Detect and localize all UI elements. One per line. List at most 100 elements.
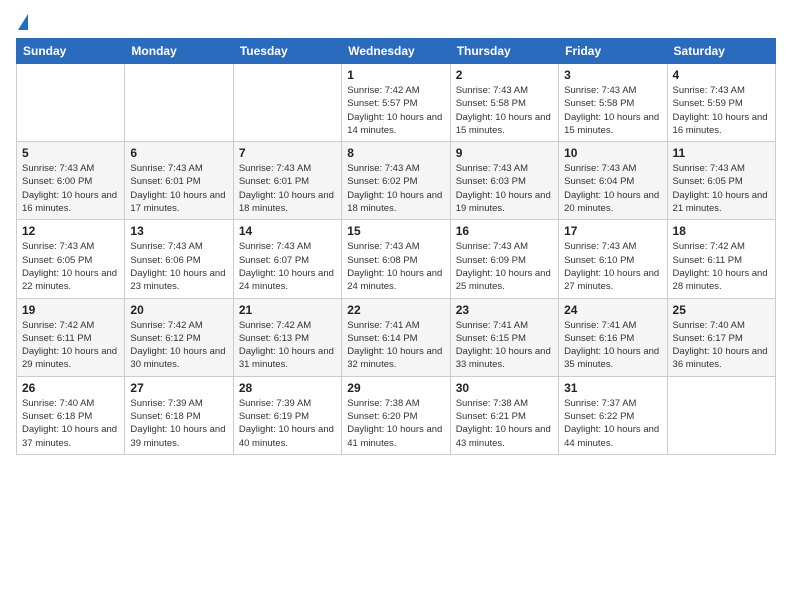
day-info: Sunrise: 7:39 AMSunset: 6:19 PMDaylight:… — [239, 397, 336, 450]
day-info: Sunrise: 7:41 AMSunset: 6:15 PMDaylight:… — [456, 319, 553, 372]
day-number: 13 — [130, 224, 227, 238]
day-number: 30 — [456, 381, 553, 395]
calendar-cell: 7 Sunrise: 7:43 AMSunset: 6:01 PMDaylight… — [233, 142, 341, 220]
calendar-week-row: 26 Sunrise: 7:40 AMSunset: 6:18 PMDayligh… — [17, 376, 776, 454]
day-number: 22 — [347, 303, 444, 317]
calendar-cell: 17 Sunrise: 7:43 AMSunset: 6:10 PMDayligh… — [559, 220, 667, 298]
day-number: 6 — [130, 146, 227, 160]
day-number: 25 — [673, 303, 770, 317]
calendar-cell: 15Sunrise: 7:43 AMSunset: 6:08 PMDayligh… — [342, 220, 450, 298]
day-info: Sunrise: 7:42 AMSunset: 6:11 PMDaylight:… — [22, 319, 119, 372]
day-number: 14 — [239, 224, 336, 238]
day-number: 16 — [456, 224, 553, 238]
day-number: 4 — [673, 68, 770, 82]
day-info: Sunrise: 7:43 AMSunset: 6:00 PMDaylight:… — [22, 162, 119, 215]
calendar-cell: 31 Sunrise: 7:37 AMSunset: 6:22 PMDayligh… — [559, 376, 667, 454]
calendar-table: SundayMondayTuesdayWednesdayThursdayFrid… — [16, 38, 776, 455]
day-number: 21 — [239, 303, 336, 317]
day-number: 17 — [564, 224, 661, 238]
calendar-cell: 11Sunrise: 7:43 AMSunset: 6:05 PMDayligh… — [667, 142, 775, 220]
header — [16, 12, 776, 30]
day-number: 29 — [347, 381, 444, 395]
calendar-cell — [125, 64, 233, 142]
weekday-header-friday: Friday — [559, 39, 667, 64]
calendar-cell: 4 Sunrise: 7:43 AMSunset: 5:59 PMDaylight… — [667, 64, 775, 142]
page: SundayMondayTuesdayWednesdayThursdayFrid… — [0, 0, 792, 612]
day-info: Sunrise: 7:37 AMSunset: 6:22 PMDaylight:… — [564, 397, 661, 450]
calendar-cell: 19Sunrise: 7:42 AMSunset: 6:11 PMDayligh… — [17, 298, 125, 376]
weekday-header-saturday: Saturday — [667, 39, 775, 64]
calendar-cell: 28 Sunrise: 7:39 AMSunset: 6:19 PMDayligh… — [233, 376, 341, 454]
day-info: Sunrise: 7:43 AMSunset: 6:09 PMDaylight:… — [456, 240, 553, 293]
weekday-header-monday: Monday — [125, 39, 233, 64]
day-number: 28 — [239, 381, 336, 395]
day-info: Sunrise: 7:43 AMSunset: 6:05 PMDaylight:… — [22, 240, 119, 293]
day-info: Sunrise: 7:43 AMSunset: 6:01 PMDaylight:… — [239, 162, 336, 215]
calendar-cell: 21Sunrise: 7:42 AMSunset: 6:13 PMDayligh… — [233, 298, 341, 376]
calendar-week-row: 5 Sunrise: 7:43 AMSunset: 6:00 PMDaylight… — [17, 142, 776, 220]
calendar-cell — [667, 376, 775, 454]
calendar-cell: 23 Sunrise: 7:41 AMSunset: 6:15 PMDayligh… — [450, 298, 558, 376]
weekday-header-tuesday: Tuesday — [233, 39, 341, 64]
day-info: Sunrise: 7:38 AMSunset: 6:21 PMDaylight:… — [456, 397, 553, 450]
calendar-cell: 10Sunrise: 7:43 AMSunset: 6:04 PMDayligh… — [559, 142, 667, 220]
weekday-header-sunday: Sunday — [17, 39, 125, 64]
calendar-cell: 20Sunrise: 7:42 AMSunset: 6:12 PMDayligh… — [125, 298, 233, 376]
day-info: Sunrise: 7:43 AMSunset: 6:10 PMDaylight:… — [564, 240, 661, 293]
day-info: Sunrise: 7:43 AMSunset: 5:58 PMDaylight:… — [456, 84, 553, 137]
calendar-week-row: 1 Sunrise: 7:42 AMSunset: 5:57 PMDaylight… — [17, 64, 776, 142]
day-info: Sunrise: 7:39 AMSunset: 6:18 PMDaylight:… — [130, 397, 227, 450]
logo-triangle-icon — [18, 14, 28, 30]
calendar-cell: 5 Sunrise: 7:43 AMSunset: 6:00 PMDaylight… — [17, 142, 125, 220]
weekday-header-thursday: Thursday — [450, 39, 558, 64]
day-info: Sunrise: 7:43 AMSunset: 6:02 PMDaylight:… — [347, 162, 444, 215]
day-number: 5 — [22, 146, 119, 160]
calendar-cell: 24 Sunrise: 7:41 AMSunset: 6:16 PMDayligh… — [559, 298, 667, 376]
day-number: 31 — [564, 381, 661, 395]
day-number: 12 — [22, 224, 119, 238]
calendar-cell: 30 Sunrise: 7:38 AMSunset: 6:21 PMDayligh… — [450, 376, 558, 454]
calendar-cell: 6 Sunrise: 7:43 AMSunset: 6:01 PMDaylight… — [125, 142, 233, 220]
calendar-cell — [17, 64, 125, 142]
day-number: 7 — [239, 146, 336, 160]
day-number: 18 — [673, 224, 770, 238]
calendar-cell: 3 Sunrise: 7:43 AMSunset: 5:58 PMDaylight… — [559, 64, 667, 142]
logo — [16, 12, 28, 30]
calendar-cell: 14 Sunrise: 7:43 AMSunset: 6:07 PMDayligh… — [233, 220, 341, 298]
calendar-cell: 13 Sunrise: 7:43 AMSunset: 6:06 PMDayligh… — [125, 220, 233, 298]
day-info: Sunrise: 7:43 AMSunset: 6:08 PMDaylight:… — [347, 240, 444, 293]
day-info: Sunrise: 7:42 AMSunset: 5:57 PMDaylight:… — [347, 84, 444, 137]
day-info: Sunrise: 7:43 AMSunset: 6:01 PMDaylight:… — [130, 162, 227, 215]
calendar-cell — [233, 64, 341, 142]
calendar-cell: 16 Sunrise: 7:43 AMSunset: 6:09 PMDayligh… — [450, 220, 558, 298]
day-info: Sunrise: 7:42 AMSunset: 6:12 PMDaylight:… — [130, 319, 227, 372]
calendar-cell: 18Sunrise: 7:42 AMSunset: 6:11 PMDayligh… — [667, 220, 775, 298]
calendar-cell: 2 Sunrise: 7:43 AMSunset: 5:58 PMDaylight… — [450, 64, 558, 142]
day-info: Sunrise: 7:43 AMSunset: 6:07 PMDaylight:… — [239, 240, 336, 293]
weekday-header-row: SundayMondayTuesdayWednesdayThursdayFrid… — [17, 39, 776, 64]
day-number: 2 — [456, 68, 553, 82]
calendar-cell: 26 Sunrise: 7:40 AMSunset: 6:18 PMDayligh… — [17, 376, 125, 454]
day-number: 23 — [456, 303, 553, 317]
day-info: Sunrise: 7:43 AMSunset: 5:59 PMDaylight:… — [673, 84, 770, 137]
calendar-cell: 1 Sunrise: 7:42 AMSunset: 5:57 PMDaylight… — [342, 64, 450, 142]
day-number: 3 — [564, 68, 661, 82]
calendar-week-row: 12 Sunrise: 7:43 AMSunset: 6:05 PMDayligh… — [17, 220, 776, 298]
day-info: Sunrise: 7:43 AMSunset: 6:05 PMDaylight:… — [673, 162, 770, 215]
day-info: Sunrise: 7:38 AMSunset: 6:20 PMDaylight:… — [347, 397, 444, 450]
day-number: 26 — [22, 381, 119, 395]
day-info: Sunrise: 7:43 AMSunset: 6:04 PMDaylight:… — [564, 162, 661, 215]
day-info: Sunrise: 7:43 AMSunset: 6:06 PMDaylight:… — [130, 240, 227, 293]
day-info: Sunrise: 7:40 AMSunset: 6:18 PMDaylight:… — [22, 397, 119, 450]
day-number: 8 — [347, 146, 444, 160]
calendar-cell: 9Sunrise: 7:43 AMSunset: 6:03 PMDaylight… — [450, 142, 558, 220]
calendar-cell: 27Sunrise: 7:39 AMSunset: 6:18 PMDayligh… — [125, 376, 233, 454]
calendar-cell: 22 Sunrise: 7:41 AMSunset: 6:14 PMDayligh… — [342, 298, 450, 376]
day-info: Sunrise: 7:41 AMSunset: 6:16 PMDaylight:… — [564, 319, 661, 372]
day-number: 1 — [347, 68, 444, 82]
day-info: Sunrise: 7:41 AMSunset: 6:14 PMDaylight:… — [347, 319, 444, 372]
day-info: Sunrise: 7:43 AMSunset: 5:58 PMDaylight:… — [564, 84, 661, 137]
calendar-cell: 8 Sunrise: 7:43 AMSunset: 6:02 PMDaylight… — [342, 142, 450, 220]
day-number: 24 — [564, 303, 661, 317]
day-info: Sunrise: 7:40 AMSunset: 6:17 PMDaylight:… — [673, 319, 770, 372]
